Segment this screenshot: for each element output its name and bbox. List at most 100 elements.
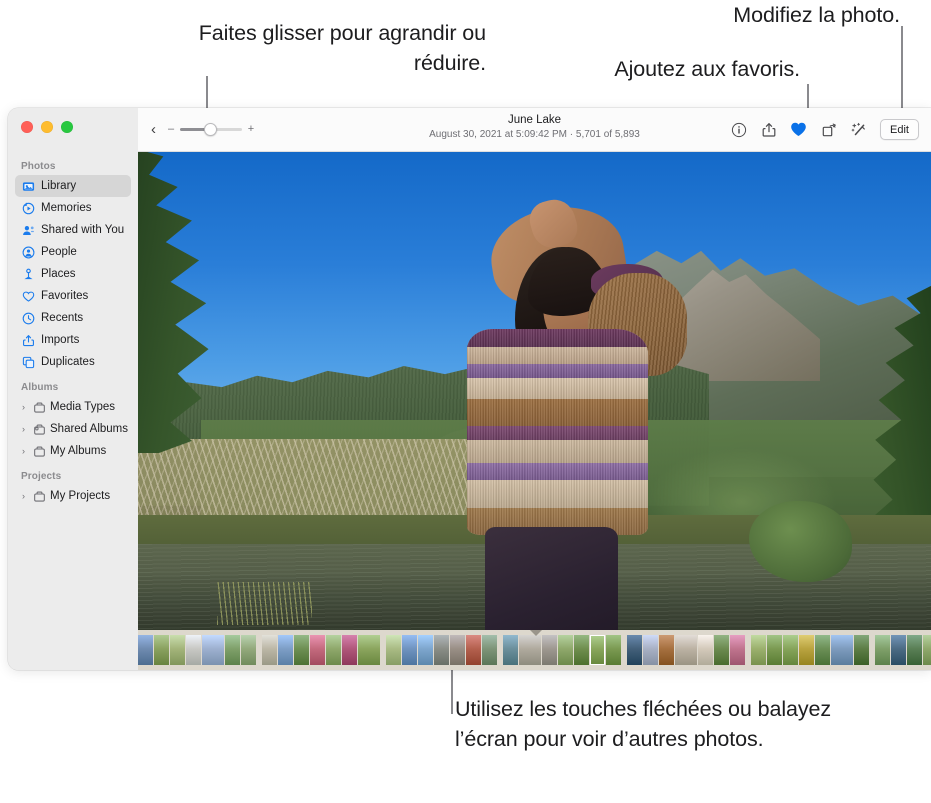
filmstrip-thumbnail[interactable] (154, 635, 169, 665)
filmstrip-thumbnail[interactable] (799, 635, 814, 665)
sidebar-item-imports[interactable]: Imports (15, 329, 131, 351)
chevron-right-icon[interactable]: › (19, 491, 28, 501)
filmstrip-thumbnail[interactable] (751, 635, 766, 665)
filmstrip-thumbnail[interactable] (854, 635, 869, 665)
album-icon (32, 444, 46, 458)
trousers (485, 526, 618, 630)
back-chevron-icon[interactable]: ‹ (148, 122, 159, 137)
filmstrip-thumbnail[interactable] (542, 635, 557, 665)
filmstrip-thumbnail[interactable] (262, 635, 277, 665)
filmstrip-thumbnail[interactable] (714, 635, 729, 665)
zoom-out-icon[interactable]: – (167, 124, 175, 135)
auto-enhance-icon[interactable] (850, 121, 867, 138)
filmstrip-thumbnail[interactable] (730, 635, 745, 665)
filmstrip-thumbnail[interactable] (202, 635, 224, 665)
sidebar-item-recents[interactable]: Recents (15, 307, 131, 329)
sidebar-section-header: Photos (21, 161, 56, 172)
filmstrip-thumbnail[interactable] (891, 635, 906, 665)
filmstrip-thumbnail[interactable] (466, 635, 481, 665)
sidebar-item-my-albums[interactable]: › My Albums (15, 440, 131, 462)
filmstrip-thumbnail[interactable] (386, 635, 401, 665)
filmstrip-thumbnail[interactable] (434, 635, 449, 665)
filmstrip-thumbnail[interactable] (278, 635, 293, 665)
filmstrip-thumbnail-selected[interactable] (590, 635, 605, 665)
sidebar-item-label: Library (41, 180, 77, 192)
share-icon[interactable] (760, 121, 777, 138)
filmstrip-thumbnail[interactable] (358, 635, 380, 665)
filmstrip-thumbnail[interactable] (606, 635, 621, 665)
filmstrip-thumbnail[interactable] (783, 635, 798, 665)
sidebar-item-label: Memories (41, 202, 92, 214)
filmstrip-thumbnail[interactable] (815, 635, 830, 665)
callout-favorite-text: Ajoutez aux favoris. (614, 57, 800, 81)
filmstrip-thumbnail[interactable] (698, 635, 713, 665)
sweater-stripe (467, 328, 649, 348)
sidebar-item-people[interactable]: People (15, 241, 131, 263)
chevron-right-icon[interactable]: › (19, 402, 28, 412)
filmstrip-thumbnail[interactable] (831, 635, 853, 665)
filmstrip-thumbnail[interactable] (643, 635, 658, 665)
filmstrip-thumbnail[interactable] (923, 635, 931, 665)
photo-viewer[interactable] (138, 152, 931, 630)
filmstrip-thumbnail[interactable] (138, 635, 153, 665)
sidebar-item-media-types[interactable]: › Media Types (15, 396, 131, 418)
filmstrip-thumbnail[interactable] (342, 635, 357, 665)
minimize-button[interactable] (41, 121, 53, 133)
content-area: ‹ – + June Lake August 30, 2021 at 5:09:… (138, 108, 931, 670)
info-icon[interactable] (730, 121, 747, 138)
filmstrip-thumbnail[interactable] (241, 635, 256, 665)
sidebar-item-favorites[interactable]: Favorites (15, 285, 131, 307)
chevron-right-icon[interactable]: › (19, 446, 28, 456)
window-body: Photos Library Memories Shared with You Peop… (8, 108, 931, 670)
filmstrip-thumbnail[interactable] (418, 635, 433, 665)
filmstrip-thumbnail[interactable] (402, 635, 417, 665)
filmstrip-thumbnail[interactable] (482, 635, 497, 665)
sidebar-item-label: Recents (41, 312, 84, 324)
zoom-slider-track[interactable] (180, 123, 242, 137)
filmstrip-thumbnail[interactable] (574, 635, 589, 665)
filmstrip-thumbnail[interactable] (675, 635, 697, 665)
filmstrip-thumbnail[interactable] (225, 635, 240, 665)
zoom-button[interactable] (61, 121, 73, 133)
album-icon (32, 489, 46, 503)
filmstrip-thumbnail[interactable] (767, 635, 782, 665)
chevron-right-icon[interactable]: › (19, 424, 28, 434)
filmstrip-thumbnail[interactable] (875, 635, 890, 665)
sidebar-item-shared-albums[interactable]: › Shared Albums (15, 418, 131, 440)
filmstrip-thumbnail[interactable] (326, 635, 341, 665)
toolbar-left-group: ‹ – + (148, 122, 255, 137)
filmstrip-thumbnail[interactable] (450, 635, 465, 665)
filmstrip-thumbnail[interactable] (186, 635, 201, 665)
rotate-icon[interactable] (820, 121, 837, 138)
sweater-stripe (467, 463, 649, 480)
filmstrip-thumbnail[interactable] (659, 635, 674, 665)
filmstrip-thumbnail[interactable] (310, 635, 325, 665)
sidebar-item-memories[interactable]: Memories (15, 197, 131, 219)
sidebar-item-label: Imports (41, 334, 80, 346)
filmstrip-thumbnail[interactable] (558, 635, 573, 665)
filmstrip-thumbnail[interactable] (294, 635, 309, 665)
filmstrip-thumbnail[interactable] (519, 635, 541, 665)
filmstrip-thumbnail[interactable] (503, 635, 518, 665)
filmstrip-track[interactable] (138, 635, 931, 665)
close-button[interactable] (21, 121, 33, 133)
heart-icon[interactable] (790, 121, 807, 138)
filmstrip[interactable] (138, 630, 931, 670)
filmstrip-thumbnail[interactable] (170, 635, 185, 665)
sweater-stripe (467, 440, 649, 464)
sidebar-item-places[interactable]: Places (15, 263, 131, 285)
filmstrip-thumbnail[interactable] (627, 635, 642, 665)
sidebar-item-shared-with-you[interactable]: Shared with You (15, 219, 131, 241)
sidebar-item-my-projects[interactable]: › My Projects (15, 485, 131, 507)
duplicates-icon (21, 355, 35, 369)
sidebar-item-library[interactable]: Library (15, 175, 131, 197)
filmstrip-thumbnail[interactable] (907, 635, 922, 665)
sidebar-item-duplicates[interactable]: Duplicates (15, 351, 131, 373)
zoom-slider-control[interactable]: – + (167, 123, 255, 137)
sweater-stripe (467, 399, 649, 426)
zoom-slider-knob[interactable] (204, 123, 217, 136)
photos-app-window: Photos Library Memories Shared with You Peop… (8, 108, 931, 670)
zoom-in-icon[interactable]: + (247, 124, 255, 135)
sidebar-item-label: Places (41, 268, 76, 280)
edit-button[interactable]: Edit (880, 119, 919, 140)
